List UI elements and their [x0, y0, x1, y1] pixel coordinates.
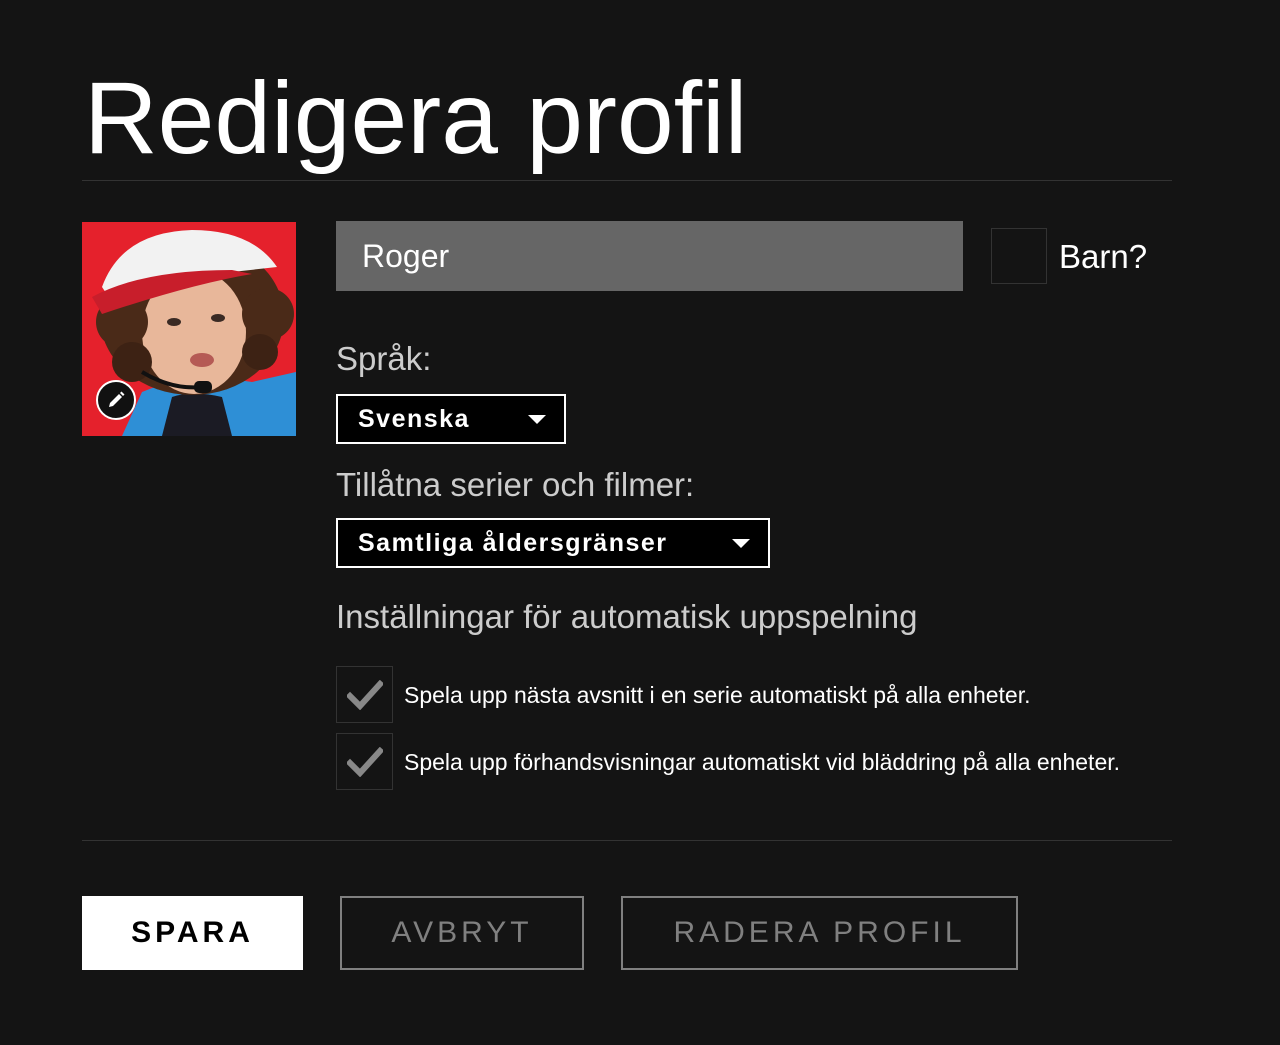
maturity-selected: Samtliga åldersgränser — [358, 528, 668, 557]
save-button[interactable]: SPARA — [82, 896, 303, 970]
kid-checkbox[interactable] — [991, 228, 1047, 284]
language-selected: Svenska — [358, 404, 470, 433]
autoplay-next-episode-label: Spela upp nästa avsnitt i en serie autom… — [404, 682, 1031, 708]
maturity-label: Tillåtna serier och filmer: — [336, 466, 695, 503]
pencil-icon[interactable] — [96, 380, 136, 420]
caret-down-icon — [528, 415, 546, 424]
checkmark-icon — [346, 746, 383, 777]
autoplay-next-episode-checkbox[interactable] — [336, 666, 393, 723]
maturity-dropdown[interactable]: Samtliga åldersgränser — [336, 518, 770, 568]
profile-avatar[interactable] — [82, 222, 296, 436]
kid-label: Barn? — [1059, 238, 1148, 275]
language-dropdown[interactable]: Svenska — [336, 394, 566, 444]
caret-down-icon — [732, 539, 750, 548]
delete-profile-button[interactable]: RADERA PROFIL — [621, 896, 1018, 970]
top-divider — [82, 180, 1172, 181]
autoplay-heading: Inställningar för automatisk uppspelning — [336, 598, 918, 635]
edit-profile-page: Redigera profil Roger Barn? Språk: Svens… — [0, 0, 1280, 1045]
page-title: Redigera profil — [84, 61, 748, 175]
language-label: Språk: — [336, 340, 432, 377]
profile-name-input[interactable] — [336, 221, 963, 291]
autoplay-previews-checkbox[interactable] — [336, 733, 393, 790]
autoplay-previews-label: Spela upp förhandsvisningar automatiskt … — [404, 749, 1121, 775]
cancel-button[interactable]: AVBRYT — [340, 896, 584, 970]
bottom-divider — [82, 840, 1172, 841]
checkmark-icon — [346, 679, 383, 710]
